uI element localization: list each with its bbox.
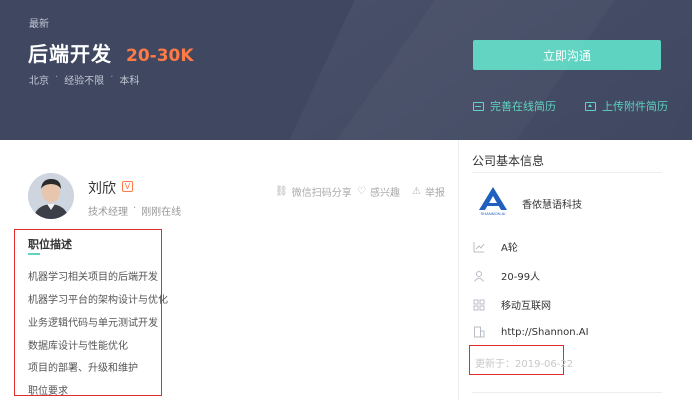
funding-row: A轮 bbox=[473, 239, 518, 254]
verified-badge: V bbox=[122, 181, 133, 192]
new-tag: 最新 bbox=[29, 19, 49, 30]
meta-separator: · bbox=[55, 72, 59, 83]
interested-label: 感兴趣 bbox=[369, 188, 400, 199]
size-row: 20-99人 bbox=[473, 268, 540, 283]
contact-now-button[interactable]: 立即沟通 bbox=[473, 40, 661, 70]
updated-date: 更新于：2019-06-22 bbox=[475, 359, 574, 370]
trend-icon bbox=[473, 241, 485, 253]
recruiter-info: 技术经理 · 刚刚在线 bbox=[88, 203, 181, 218]
complete-online-resume-link[interactable]: 完善在线简历 bbox=[473, 98, 556, 114]
heart-icon: ♡ bbox=[357, 186, 366, 197]
description-item: 数据库设计与性能优化 bbox=[28, 341, 128, 352]
description-item: 项目的部署、升级和维护 bbox=[28, 363, 138, 374]
grid-icon bbox=[473, 299, 485, 311]
job-title: 后端开发 bbox=[28, 42, 112, 66]
job-meta: 北京 · 经验不限 · 本科 bbox=[29, 72, 139, 87]
report-button[interactable]: ⚠ 举报 bbox=[412, 184, 445, 199]
complete-online-resume-label: 完善在线简历 bbox=[490, 100, 556, 113]
salary-range: 20-30K bbox=[126, 46, 194, 66]
education: 本科 bbox=[119, 76, 140, 87]
industry: 移动互联网 bbox=[501, 301, 551, 312]
title-underline bbox=[28, 253, 40, 255]
company-size: 20-99人 bbox=[501, 272, 541, 283]
upload-resume-link[interactable]: 上传附件简历 bbox=[585, 98, 668, 114]
requirements-heading: 职位要求 bbox=[28, 386, 68, 397]
job-header: 最新 后端开发 20-30K 北京 · 经验不限 · 本科 立即沟通 完善在线简… bbox=[0, 0, 692, 140]
recruiter-status: 刚刚在线 bbox=[141, 207, 182, 218]
section-divider bbox=[472, 392, 662, 393]
description-item: 业务逻辑代码与单元测试开发 bbox=[28, 318, 158, 329]
meta-separator: · bbox=[110, 72, 114, 83]
person-icon bbox=[473, 270, 485, 282]
recruiter-separator: · bbox=[133, 203, 137, 214]
job-description-title: 职位描述 bbox=[28, 238, 72, 251]
recruiter-title: 技术经理 bbox=[88, 207, 128, 218]
description-item: 机器学习相关项目的后端开发 bbox=[28, 272, 158, 283]
upload-icon bbox=[585, 101, 596, 111]
column-divider bbox=[458, 140, 459, 400]
share-label: 微信扫码分享 bbox=[291, 188, 352, 199]
recruiter-avatar bbox=[28, 173, 74, 219]
link-icon: ⛓ bbox=[275, 186, 288, 197]
logo-text: SHANNON.AI bbox=[481, 211, 506, 216]
warning-icon: ⚠ bbox=[412, 186, 421, 197]
company-info-title: 公司基本信息 bbox=[472, 154, 545, 168]
title-row: 后端开发 20-30K bbox=[28, 38, 194, 67]
recruiter-name: 刘欣 bbox=[88, 181, 116, 197]
company-name[interactable]: 香侬慧语科技 bbox=[522, 196, 582, 211]
interested-button[interactable]: ♡ 感兴趣 bbox=[357, 184, 400, 199]
website-row: http://Shannon.AI bbox=[473, 326, 589, 338]
industry-row: 移动互联网 bbox=[473, 297, 551, 312]
company-logo[interactable]: SHANNON.AI bbox=[476, 186, 510, 216]
section-divider bbox=[472, 172, 662, 173]
funding-stage: A轮 bbox=[501, 243, 518, 254]
edit-resume-icon bbox=[473, 101, 484, 111]
description-item: 机器学习平台的架构设计与优化 bbox=[28, 295, 168, 306]
upload-resume-label: 上传附件简历 bbox=[602, 100, 668, 113]
wechat-share-button[interactable]: ⛓ 微信扫码分享 bbox=[275, 184, 352, 199]
location: 北京 bbox=[29, 76, 49, 87]
experience: 经验不限 bbox=[64, 76, 105, 87]
report-label: 举报 bbox=[424, 188, 445, 199]
company-website[interactable]: http://Shannon.AI bbox=[501, 327, 589, 338]
building-icon bbox=[473, 326, 485, 338]
